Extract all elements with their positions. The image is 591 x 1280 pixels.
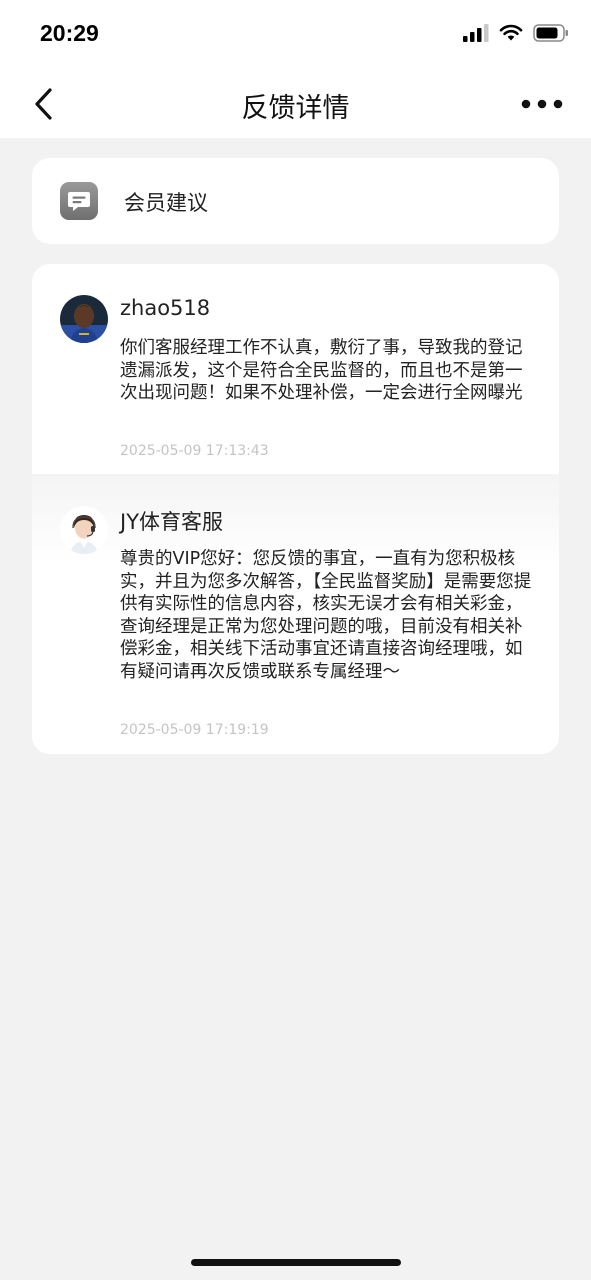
wifi-icon xyxy=(499,24,523,41)
user-message: zhao518 你们客服经理工作不认真，敷衍了事，导致我的登记遗漏派发，这个是符… xyxy=(32,264,559,474)
message-icon xyxy=(60,182,98,220)
message-timestamp: 2025-05-09 17:19:19 xyxy=(120,722,269,738)
message-timestamp: 2025-05-09 17:13:43 xyxy=(120,443,269,459)
sender-name: JY体育客服 xyxy=(120,510,224,534)
category-card: 会员建议 xyxy=(32,158,559,244)
nav-bar: 反馈详情 xyxy=(0,70,591,138)
more-icon xyxy=(521,99,563,109)
signal-icon xyxy=(463,24,489,42)
feedback-thread: zhao518 你们客服经理工作不认真，敷衍了事，导致我的登记遗漏派发，这个是符… xyxy=(32,264,559,754)
home-indicator[interactable] xyxy=(191,1259,401,1266)
category-label: 会员建议 xyxy=(124,191,208,215)
more-button[interactable] xyxy=(521,92,563,116)
status-icons xyxy=(463,24,569,42)
service-agent-avatar xyxy=(60,506,108,554)
message-content: 尊贵的VIP您好：您反馈的事宜，一直有为您积极核实，并且为您多次解答，【全民监督… xyxy=(120,549,532,682)
service-reply: JY体育客服 尊贵的VIP您好：您反馈的事宜，一直有为您积极核实，并且为您多次解… xyxy=(32,474,559,754)
sender-name: zhao518 xyxy=(120,296,211,320)
message-content: 你们客服经理工作不认真，敷衍了事，导致我的登记遗漏派发，这个是符合全民监督的，而… xyxy=(120,338,523,403)
status-bar: 20:29 xyxy=(0,0,591,70)
page-title: 反馈详情 xyxy=(241,93,350,124)
status-time: 20:29 xyxy=(40,20,99,46)
battery-icon xyxy=(533,24,568,42)
user-avatar xyxy=(60,295,108,343)
